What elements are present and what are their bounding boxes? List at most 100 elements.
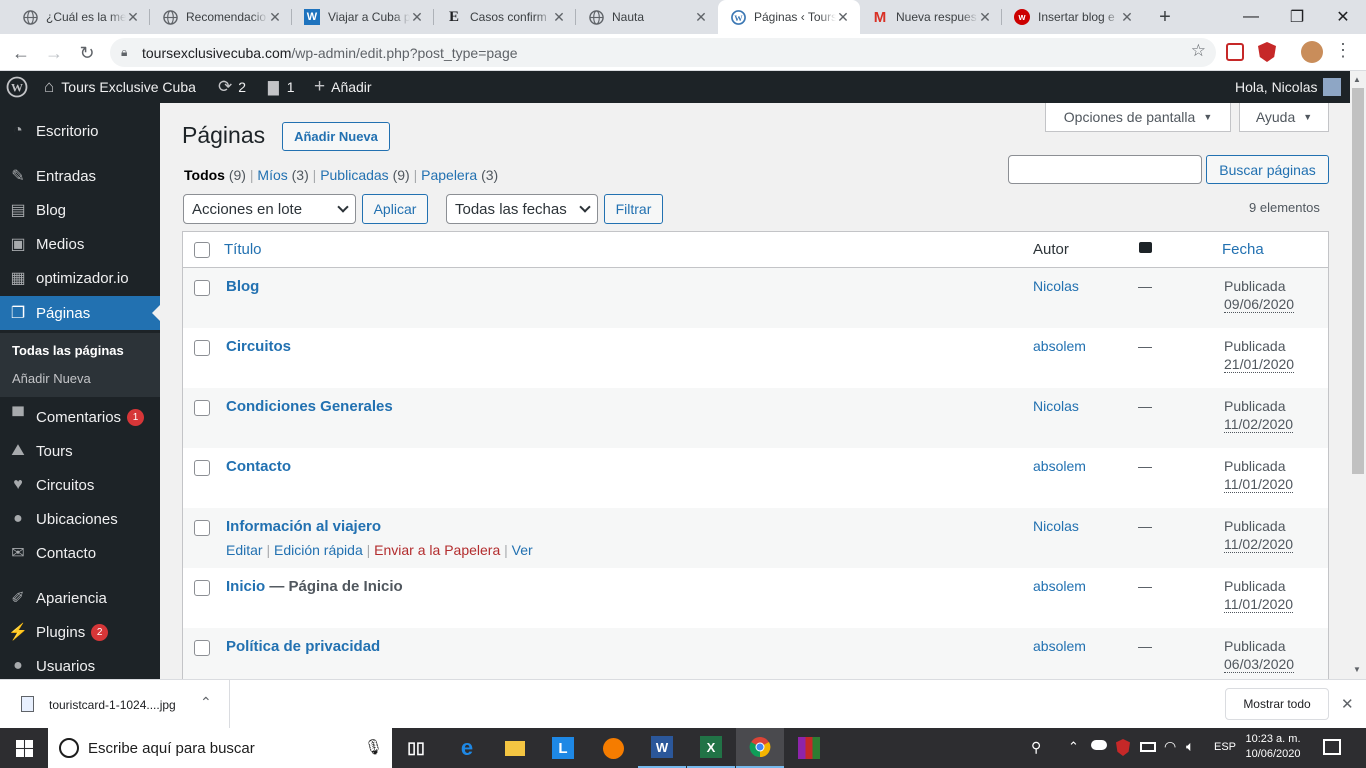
close-tab-icon[interactable]: ✕ [126, 9, 140, 26]
word-icon[interactable]: W [638, 728, 686, 768]
close-tab-icon[interactable]: ✕ [268, 9, 282, 26]
close-tab-icon[interactable]: ✕ [978, 9, 992, 26]
firefox-icon[interactable] [589, 728, 637, 768]
forward-arrow-icon[interactable]: → [41, 40, 67, 66]
add-new-link[interactable]: + Añadir [314, 71, 372, 103]
antivirus-tray-icon[interactable] [1116, 739, 1130, 756]
browser-tab-6-active[interactable]: W Páginas ‹ Tours ✕ [718, 0, 860, 34]
new-tab-button[interactable]: + [1152, 4, 1178, 30]
menu-item-circuitos[interactable]: ♥ Circuitos [0, 468, 160, 502]
select-all-checkbox[interactable] [194, 242, 210, 258]
row-title-link[interactable]: Inicio — Página de Inicio [226, 578, 403, 595]
notifications-icon[interactable] [1323, 739, 1341, 755]
menu-item-optimizador[interactable]: ▦ optimizador.io [0, 261, 160, 295]
row-author-link[interactable]: absolem [1033, 638, 1086, 654]
menu-item-usuarios[interactable]: ● Usuarios [0, 649, 160, 683]
row-checkbox[interactable] [194, 340, 210, 356]
submenu-anadir-nueva[interactable]: Añadir Nueva [12, 371, 91, 386]
browser-tab-5[interactable]: Nauta ✕ [576, 0, 718, 34]
row-title-link[interactable]: Condiciones Generales [226, 398, 393, 415]
profile-avatar[interactable] [1301, 41, 1323, 63]
task-view-icon[interactable]: ▯▯ [392, 728, 440, 768]
menu-item-apariencia[interactable]: ✐ Apariencia [0, 581, 160, 615]
row-author-link[interactable]: absolem [1033, 578, 1086, 594]
row-author-link[interactable]: absolem [1033, 338, 1086, 354]
row-checkbox[interactable] [194, 400, 210, 416]
row-author-link[interactable]: Nicolas [1033, 518, 1079, 534]
windows-start-icon[interactable] [0, 728, 48, 768]
menu-item-paginas[interactable]: ❐ Páginas [0, 296, 160, 330]
download-item[interactable]: touristcard-1-1024....jpg ⌃ [0, 680, 230, 729]
filter-papelera[interactable]: Papelera [421, 167, 477, 183]
row-checkbox[interactable] [194, 520, 210, 536]
wifi-icon[interactable]: ◠ [1164, 738, 1176, 755]
browser-tab-7[interactable]: M Nueva respues ✕ [860, 0, 1002, 34]
browser-tab-3[interactable]: W Viajar a Cuba p ✕ [292, 0, 434, 34]
lync-app-icon[interactable]: L [539, 728, 587, 768]
scroll-down-icon[interactable]: ▼ [1353, 665, 1361, 674]
screen-options-button[interactable]: Opciones de pantalla ▼ [1045, 103, 1231, 132]
menu-item-entradas[interactable]: ✎ Entradas [0, 159, 160, 193]
row-action-trash[interactable]: Enviar a la Papelera [374, 542, 500, 558]
browser-tab-4[interactable]: E Casos confirm ✕ [434, 0, 576, 34]
browser-tab-8[interactable]: w Insertar blog e ✕ [1002, 0, 1144, 34]
filter-publicadas[interactable]: Publicadas [320, 167, 389, 183]
search-pages-button[interactable]: Buscar páginas [1206, 155, 1329, 184]
clock[interactable]: 10:23 a. m. 10/06/2020 [1240, 732, 1306, 762]
close-tab-icon[interactable]: ✕ [552, 9, 566, 26]
chrome-menu-icon[interactable]: ⋮ [1334, 40, 1352, 61]
wordpress-logo-icon[interactable]: W [6, 71, 28, 103]
winrar-icon[interactable] [785, 728, 833, 768]
minimize-icon[interactable]: — [1228, 0, 1274, 34]
apply-button[interactable]: Aplicar [362, 194, 428, 224]
row-title-link[interactable]: Circuitos [226, 338, 291, 355]
bookmark-star-icon[interactable]: ☆ [1191, 41, 1206, 61]
column-title[interactable]: Título [224, 241, 262, 258]
menu-item-medios[interactable]: ▣ Medios [0, 227, 160, 261]
menu-item-plugins[interactable]: ⚡ Plugins 2 [0, 615, 160, 649]
row-author-link[interactable]: Nicolas [1033, 398, 1079, 414]
extension-shield-icon[interactable] [1258, 42, 1276, 62]
menu-item-escritorio[interactable]: ◔ Escritorio [0, 114, 160, 148]
file-explorer-icon[interactable] [491, 728, 539, 768]
row-title-link[interactable]: Política de privacidad [226, 638, 380, 655]
updates-link[interactable]: ⟳ 2 [218, 71, 246, 103]
input-language[interactable]: ESP [1214, 741, 1236, 753]
my-account-link[interactable]: Hola, Nicolas [1235, 71, 1342, 103]
help-button[interactable]: Ayuda ▼ [1239, 103, 1329, 132]
search-pages-input[interactable] [1008, 155, 1202, 184]
close-tab-icon[interactable]: ✕ [836, 9, 850, 26]
reload-icon[interactable]: ↻ [74, 40, 100, 66]
row-action-edit[interactable]: Editar [226, 542, 263, 558]
bulk-actions-select[interactable]: Acciones en lote [183, 194, 356, 224]
show-all-button[interactable]: Mostrar todo [1225, 688, 1329, 720]
menu-item-blog[interactable]: ▤ Blog [0, 193, 160, 227]
taskbar-search[interactable]: Escribe aquí para buscar 🎙︎ [48, 728, 392, 768]
menu-item-ubicaciones[interactable]: ● Ubicaciones [0, 502, 160, 536]
row-checkbox[interactable] [194, 640, 210, 656]
tray-chevron-icon[interactable]: ⌃ [1068, 739, 1079, 755]
onedrive-icon[interactable] [1091, 740, 1107, 750]
add-new-page-button[interactable]: Añadir Nueva [282, 122, 390, 151]
browser-tab-2[interactable]: Recomendacio ✕ [150, 0, 292, 34]
row-author-link[interactable]: absolem [1033, 458, 1086, 474]
browser-tab-1[interactable]: ¿Cuál es la me ✕ [10, 0, 150, 34]
back-arrow-icon[interactable]: ← [8, 40, 34, 66]
row-checkbox[interactable] [194, 280, 210, 296]
close-downloads-icon[interactable]: ✕ [1341, 695, 1354, 713]
row-checkbox[interactable] [194, 460, 210, 476]
comments-link[interactable]: ▇ 1 [268, 71, 295, 103]
address-bar[interactable]: 🔒︎ toursexclusivecuba.com/wp-admin/edit.… [110, 38, 1216, 67]
filter-mios[interactable]: Míos [257, 167, 287, 183]
menu-item-comentarios[interactable]: ▀ Comentarios 1 [0, 400, 160, 434]
dates-select[interactable]: Todas las fechas [446, 194, 598, 224]
site-name-link[interactable]: ⌂ Tours Exclusive Cuba [44, 71, 196, 103]
filter-button[interactable]: Filtrar [604, 194, 663, 224]
column-date[interactable]: Fecha [1222, 241, 1264, 258]
filter-todos[interactable]: Todos [184, 167, 225, 183]
row-title-link[interactable]: Contacto [226, 458, 291, 475]
battery-icon[interactable] [1140, 742, 1156, 752]
chrome-icon[interactable] [736, 728, 784, 768]
scroll-up-icon[interactable]: ▲ [1353, 75, 1361, 84]
row-author-link[interactable]: Nicolas [1033, 278, 1079, 294]
